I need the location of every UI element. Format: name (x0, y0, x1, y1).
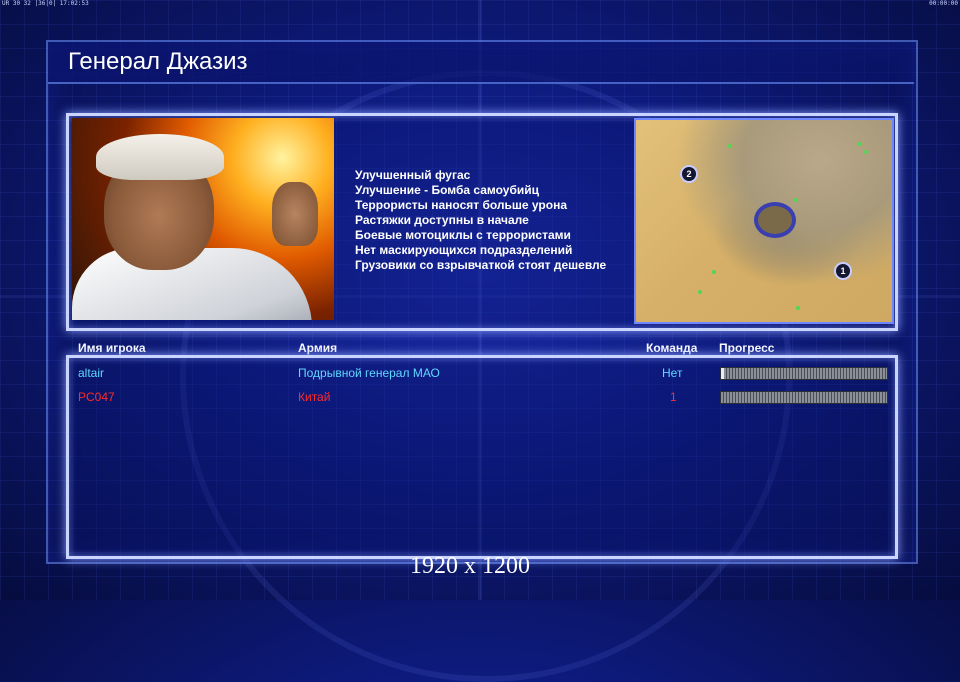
player-team: 1 (670, 390, 677, 404)
map-lake (754, 202, 796, 238)
map-resource-dot (728, 144, 732, 148)
map-start-position-1: 1 (834, 262, 852, 280)
player-name: altair (78, 366, 105, 380)
map-resource-dot (794, 198, 798, 202)
bonus-item: Улучшенный фугас (355, 168, 471, 182)
player-list-panel (66, 355, 898, 559)
player-army: Подрывной генерал МАО (298, 366, 440, 380)
hud-status-right: 00:00:00 (929, 0, 958, 7)
map-resource-dot (796, 306, 800, 310)
general-bonus-list: Улучшенный фугас Улучшение - Бомба самоу… (355, 168, 606, 273)
bonus-item: Грузовики со взрывчаткой стоят дешевле (355, 258, 607, 272)
player-progress-bar (720, 391, 888, 404)
hud-status-left: UR 30 32 |36|0| 17:02:53 (2, 0, 89, 7)
bonus-item: Боевые мотоциклы с террористами (355, 228, 571, 242)
map-preview: 1 2 (634, 118, 894, 324)
player-army: Китай (298, 390, 331, 404)
column-header-army: Армия (298, 341, 338, 355)
map-resource-dot (864, 150, 868, 154)
portrait-turban (96, 134, 224, 180)
bonus-item: Растяжки доступны в начале (355, 213, 529, 227)
resolution-label: 1920 x 1200 (410, 553, 530, 579)
player-progress-fill (721, 368, 725, 379)
column-header-player: Имя игрока (78, 341, 146, 355)
column-header-progress: Прогресс (719, 341, 775, 355)
page-title: Генерал Джазиз (68, 48, 248, 75)
player-team: Нет (662, 366, 683, 380)
column-header-team: Команда (646, 341, 698, 355)
map-resource-dot (698, 290, 702, 294)
general-portrait (72, 118, 334, 320)
bonus-item: Улучшение - Бомба самоубийц (355, 183, 539, 197)
portrait-hand (272, 182, 318, 246)
map-start-position-2: 2 (680, 165, 698, 183)
player-name: PC047 (78, 390, 115, 404)
map-resource-dot (858, 142, 862, 146)
player-progress-bar (720, 367, 888, 380)
bonus-item: Нет маскирующихся подразделений (355, 243, 573, 257)
map-resource-dot (712, 270, 716, 274)
bonus-item: Террористы наносят больше урона (355, 198, 568, 212)
